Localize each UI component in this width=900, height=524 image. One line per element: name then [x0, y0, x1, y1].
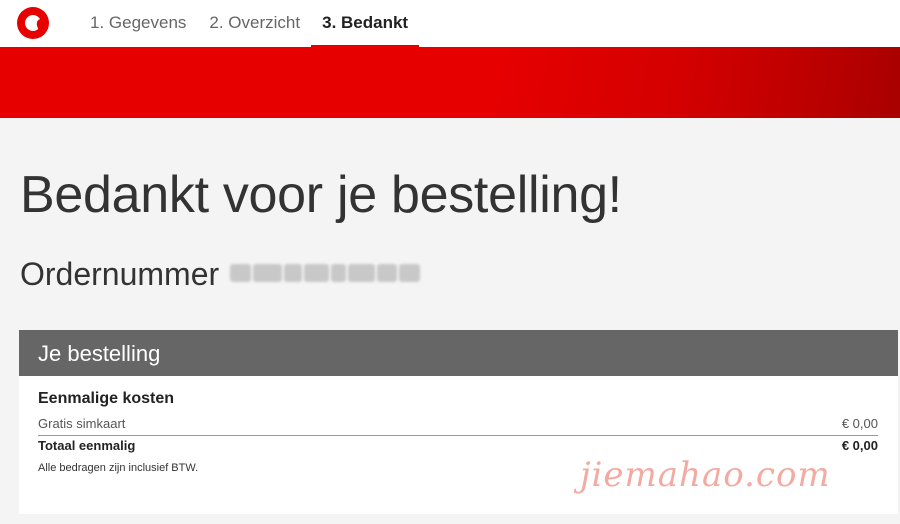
line-item: Gratis simkaart € 0,00 — [38, 416, 878, 434]
step-overzicht[interactable]: 2. Overzicht — [209, 0, 300, 47]
line-item-amount: € 0,00 — [841, 416, 878, 431]
one-time-costs-title: Eenmalige kosten — [38, 390, 175, 407]
watermark-text: jiemahao.com — [580, 455, 831, 495]
top-navigation-bar: 1. Gegevens 2. Overzicht 3. Bedankt — [0, 0, 900, 47]
total-row: Totaal eenmalig € 0,00 — [38, 438, 878, 456]
step-gegevens[interactable]: 1. Gegevens — [90, 0, 186, 47]
logo-drop — [35, 17, 48, 33]
logo-inner — [25, 15, 48, 33]
checkout-steps: 1. Gegevens 2. Overzicht 3. Bedankt — [90, 0, 442, 47]
order-card-header: Je bestelling — [19, 330, 898, 376]
page-title: Bedankt voor je bestelling! — [20, 166, 622, 224]
order-number-label: Ordernummer — [20, 256, 220, 292]
total-divider — [38, 435, 878, 436]
total-amount: € 0,00 — [841, 438, 878, 453]
total-label: Totaal eenmalig — [38, 438, 136, 453]
vat-note: Alle bedragen zijn inclusief BTW. — [38, 462, 199, 474]
order-card-title: Je bestelling — [38, 341, 161, 366]
vodafone-logo-icon[interactable] — [17, 7, 49, 39]
hero-banner — [0, 47, 900, 118]
line-item-label: Gratis simkaart — [38, 416, 126, 431]
step-bedankt: 3. Bedankt — [311, 0, 420, 47]
order-number-redacted — [230, 258, 422, 288]
